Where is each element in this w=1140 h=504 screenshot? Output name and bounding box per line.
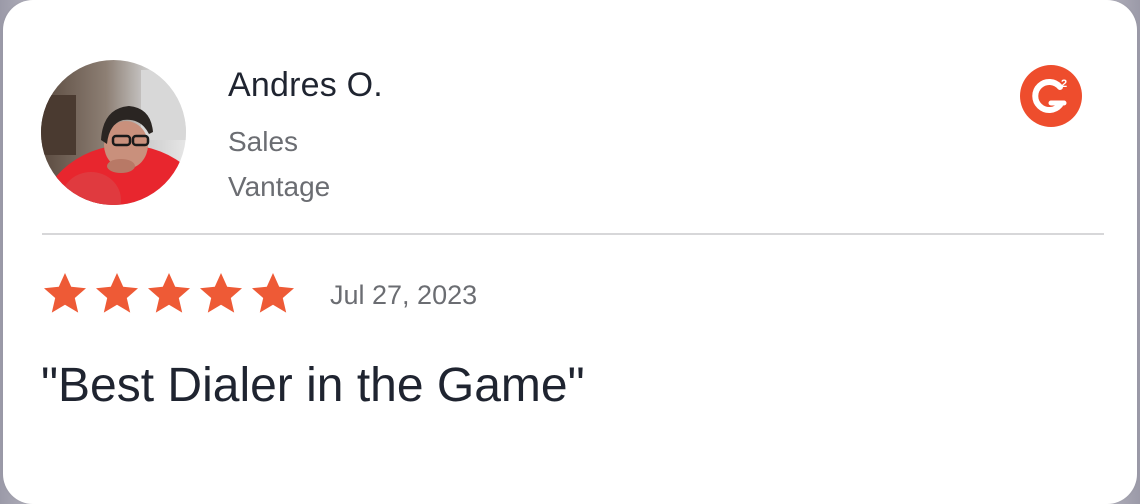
avatar — [41, 60, 186, 205]
g2-logo-icon[interactable]: 2 — [1020, 65, 1082, 127]
star-icon — [44, 273, 86, 313]
star-icon — [252, 273, 294, 313]
review-card: Andres O. Sales Vantage 2 Jul 27, 2023 "… — [3, 0, 1137, 504]
reviewer-name: Andres O. — [228, 66, 383, 104]
star-icon — [96, 273, 138, 313]
svg-text:2: 2 — [1061, 78, 1067, 90]
review-date: Jul 27, 2023 — [330, 280, 478, 310]
star-icon — [200, 273, 242, 313]
reviewer-role: Sales — [228, 126, 299, 157]
divider — [42, 233, 1104, 235]
review-headline: "Best Dialer in the Game" — [41, 359, 585, 412]
star-rating — [41, 270, 297, 320]
reviewer-company: Vantage — [228, 171, 331, 202]
star-icon — [148, 273, 190, 313]
